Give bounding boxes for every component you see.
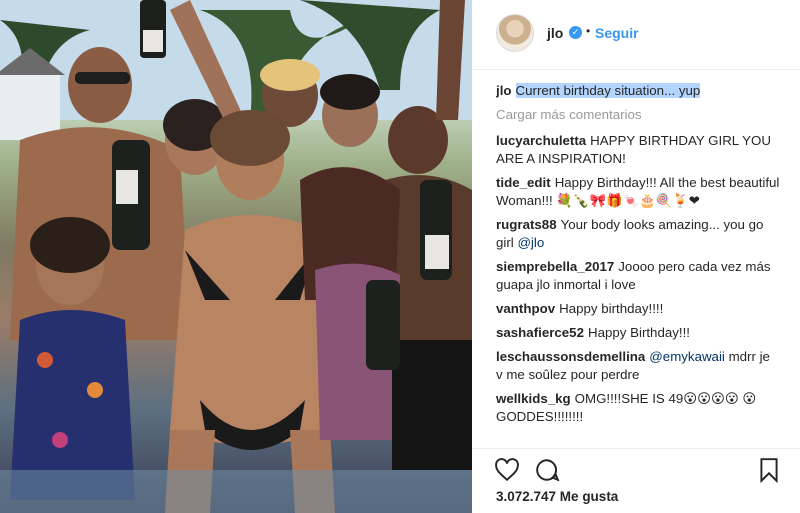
likes-count[interactable]: 3.072.747 Me gusta (496, 489, 618, 504)
post-actions-bar (472, 448, 800, 488)
post-photo-illustration (0, 0, 472, 513)
heart-outline-icon[interactable] (494, 457, 520, 483)
caption-text: Current birthday situation... yup (515, 83, 701, 98)
load-more-comments-link[interactable]: Cargar más comentarios (496, 106, 780, 124)
comment-username[interactable]: wellkids_kg (496, 391, 571, 406)
separator-dot: • (586, 24, 591, 38)
comment-item: leschaussonsdemellina @emykawaii mdrr je … (496, 348, 780, 384)
comments-list: jlo Current birthday situation... yup Car… (496, 82, 780, 442)
comment-mention[interactable]: @jlo (517, 235, 544, 250)
comment-item: siemprebella_2017 Joooo pero cada vez más… (496, 258, 780, 294)
speech-bubble-icon[interactable] (534, 457, 560, 483)
comment-item: rugrats88 Your body looks amazing... you … (496, 216, 780, 252)
comment-item: vanthpov Happy birthday!!!! (496, 300, 780, 318)
comment-username[interactable]: lucyarchuletta (496, 133, 586, 148)
caption-username[interactable]: jlo (496, 83, 512, 98)
post-caption: jlo Current birthday situation... yup (496, 82, 780, 100)
post-side-panel: jlo ✓ • Seguir jlo Current birthday situa… (472, 0, 800, 513)
bookmark-icon[interactable] (756, 457, 782, 483)
comment-mention[interactable]: @emykawaii (649, 349, 725, 364)
comment-username[interactable]: siemprebella_2017 (496, 259, 614, 274)
post-photo[interactable] (0, 0, 472, 513)
avatar[interactable] (496, 14, 534, 52)
verified-badge-icon: ✓ (569, 26, 582, 39)
post-username[interactable]: jlo (547, 25, 563, 41)
comment-username[interactable]: rugrats88 (496, 217, 557, 232)
post-header: jlo ✓ • Seguir (472, 0, 800, 70)
follow-button[interactable]: Seguir (595, 25, 639, 41)
comment-text: Happy birthday!!!! (559, 301, 664, 316)
comment-username[interactable]: leschaussonsdemellina (496, 349, 645, 364)
comment-username[interactable]: vanthpov (496, 301, 555, 316)
comment-item: wellkids_kg OMG!!!!SHE IS 49😮😮😮😮 😮 GODDES… (496, 390, 780, 426)
comment-text: Happy Birthday!!! (587, 325, 690, 340)
comment-username[interactable]: sashafierce52 (496, 325, 584, 340)
comment-username[interactable]: tide_edit (496, 175, 551, 190)
comment-item: sashafierce52 Happy Birthday!!! (496, 324, 780, 342)
comment-item: lucyarchuletta HAPPY BIRTHDAY GIRL YOU AR… (496, 132, 780, 168)
comment-item: tide_edit Happy Birthday!!! All the best … (496, 174, 780, 210)
